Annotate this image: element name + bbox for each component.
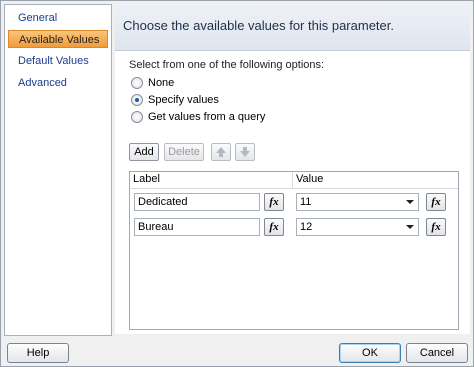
move-up-button[interactable]: [211, 143, 231, 161]
value-expression-button[interactable]: fx: [426, 193, 446, 211]
value-text: 12: [300, 221, 313, 233]
label-input[interactable]: Dedicated: [134, 193, 260, 211]
radio-indicator[interactable]: [131, 111, 143, 123]
label-expression-button[interactable]: fx: [264, 193, 284, 211]
label-input[interactable]: Bureau: [134, 218, 260, 236]
sidebar-item-general[interactable]: General: [8, 9, 108, 27]
sidebar-item-label: Available Values: [19, 34, 100, 46]
function-icon: fx: [431, 221, 441, 233]
sidebar-item-label: Default Values: [18, 55, 89, 67]
page-title: Choose the available values for this par…: [123, 18, 394, 33]
function-icon: fx: [431, 196, 441, 208]
move-down-button[interactable]: [235, 143, 255, 161]
sidebar-item-advanced[interactable]: Advanced: [8, 74, 108, 92]
sidebar-item-label: General: [18, 12, 58, 24]
delete-button[interactable]: Delete: [164, 143, 204, 161]
value-combobox[interactable]: 12: [296, 218, 419, 236]
label-expression-button[interactable]: fx: [264, 218, 284, 236]
sidebar-item-available-values[interactable]: Available Values: [8, 30, 108, 48]
column-header-label: Label: [133, 173, 160, 185]
column-divider: [292, 172, 293, 188]
add-button[interactable]: Add: [129, 143, 159, 161]
values-grid: Label Value Dedicated fx 11 fx Bureau fx…: [129, 171, 459, 330]
value-combobox[interactable]: 11: [296, 193, 419, 211]
cancel-button[interactable]: Cancel: [406, 343, 468, 363]
radio-label: None: [148, 77, 175, 89]
chevron-down-icon[interactable]: [406, 225, 414, 229]
function-icon: fx: [269, 196, 279, 208]
dialog-window: General Available Values Default Values …: [0, 0, 474, 367]
options-instruction: Select from one of the following options…: [129, 59, 325, 71]
header-banner: Choose the available values for this par…: [115, 4, 470, 51]
function-icon: fx: [269, 221, 279, 233]
chevron-down-icon[interactable]: [406, 200, 414, 204]
radio-indicator[interactable]: [131, 94, 143, 106]
value-text: 11: [300, 196, 312, 208]
arrow-up-icon: [216, 147, 226, 157]
column-header-value: Value: [296, 173, 324, 185]
radio-label: Get values from a query: [148, 111, 266, 123]
ok-button[interactable]: OK: [339, 343, 401, 363]
help-button[interactable]: Help: [7, 343, 69, 363]
radio-indicator[interactable]: [131, 77, 143, 89]
sidebar-item-label: Advanced: [18, 77, 67, 89]
options-panel: Select from one of the following options…: [115, 51, 470, 334]
value-expression-button[interactable]: fx: [426, 218, 446, 236]
radio-label: Specify values: [148, 94, 219, 106]
sidebar-item-default-values[interactable]: Default Values: [8, 52, 108, 70]
grid-header: Label Value: [130, 172, 458, 189]
sidebar-nav: General Available Values Default Values …: [4, 4, 112, 336]
arrow-down-icon: [240, 147, 250, 157]
main-content: Choose the available values for this par…: [115, 4, 470, 334]
